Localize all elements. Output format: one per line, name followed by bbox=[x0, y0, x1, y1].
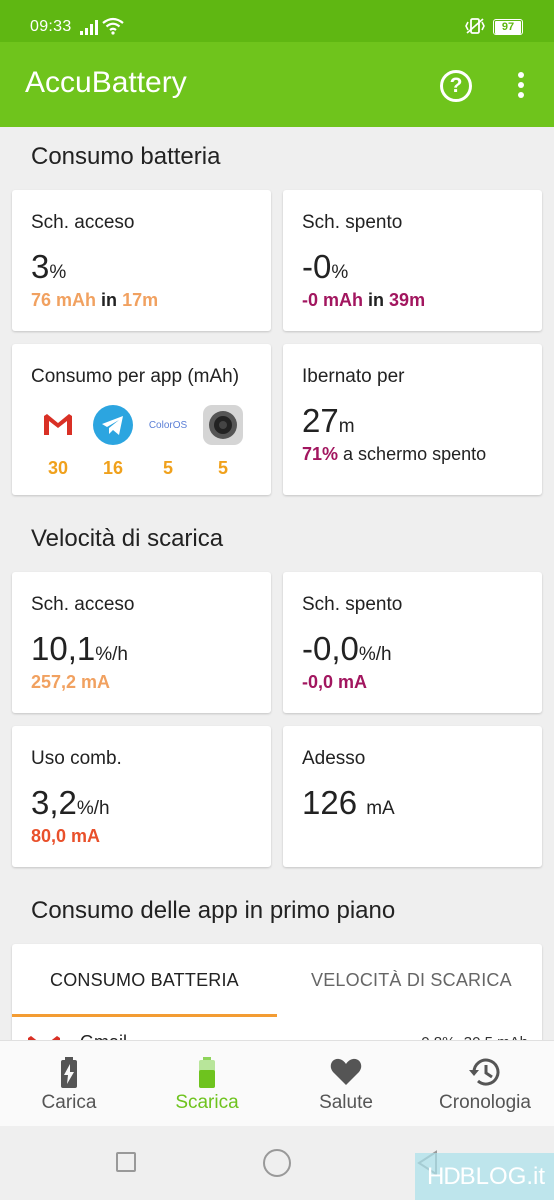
card-screen-on-speed[interactable]: Sch. acceso 10,1%/h 257,2 mA bbox=[12, 572, 271, 713]
tab-discharge-speed[interactable]: VELOCITÀ DI SCARICA bbox=[311, 970, 512, 991]
app-item-camera[interactable]: 5 bbox=[195, 404, 251, 479]
charging-battery-icon bbox=[61, 1057, 77, 1088]
card-value: 10,1%/h bbox=[31, 630, 128, 667]
nav-item-history[interactable]: Cronologia bbox=[416, 1041, 554, 1127]
bottom-navigation: Carica Scarica Salute Cronologia bbox=[0, 1040, 554, 1126]
card-value: 3% bbox=[31, 248, 67, 285]
tab-indicator bbox=[12, 1014, 277, 1017]
app-item-telegram[interactable]: 16 bbox=[85, 404, 141, 479]
card-label: Consumo per app (mAh) bbox=[31, 366, 240, 387]
card-label: Sch. acceso bbox=[31, 594, 135, 615]
watermark-logo: HDBLOG.it bbox=[415, 1153, 554, 1200]
nav-item-charge[interactable]: Carica bbox=[0, 1041, 138, 1127]
card-value: 126 mA bbox=[302, 784, 395, 821]
heart-icon bbox=[330, 1058, 362, 1085]
more-options-icon[interactable] bbox=[511, 72, 531, 102]
card-label: Sch. spento bbox=[302, 212, 403, 233]
card-label: Sch. acceso bbox=[31, 212, 135, 233]
app-value: 5 bbox=[162, 458, 173, 478]
status-bar: 09:33 97 bbox=[0, 0, 554, 42]
tab-battery-consumption[interactable]: CONSUMO BATTERIA bbox=[50, 970, 239, 991]
battery-status-icon: 97 bbox=[493, 19, 523, 35]
card-screen-off-consumption[interactable]: Sch. spento -0% -0 mAh in 39m bbox=[283, 190, 542, 331]
card-detail: 257,2 mA bbox=[31, 672, 111, 692]
card-label: Ibernato per bbox=[302, 366, 405, 387]
coloros-icon: ColorOS bbox=[147, 404, 189, 446]
status-time: 09:33 bbox=[30, 18, 72, 35]
section-title-discharge-speed: Velocità di scarica bbox=[31, 525, 224, 552]
card-detail: 80,0 mA bbox=[31, 826, 101, 846]
card-value: 27m bbox=[302, 402, 355, 439]
telegram-icon bbox=[92, 404, 134, 446]
card-value: -0% bbox=[302, 248, 349, 285]
card-per-app-consumption[interactable]: Consumo per app (mAh) 30 16 ColorOS 5 5 bbox=[12, 344, 271, 495]
card-label: Adesso bbox=[302, 748, 366, 769]
history-icon bbox=[469, 1058, 500, 1086]
card-detail: -0 mAh in 39m bbox=[302, 290, 426, 310]
home-icon[interactable] bbox=[263, 1149, 291, 1177]
signal-icon bbox=[80, 20, 98, 35]
nav-label: Salute bbox=[319, 1092, 373, 1113]
camera-icon bbox=[202, 404, 244, 446]
wifi-icon bbox=[102, 17, 124, 35]
nav-label: Scarica bbox=[175, 1092, 239, 1113]
section-title-battery-consumption: Consumo batteria bbox=[31, 143, 221, 170]
card-detail: 71% a schermo spento bbox=[302, 444, 487, 464]
foreground-apps-card: CONSUMO BATTERIA VELOCITÀ DI SCARICA Gma… bbox=[12, 944, 542, 1054]
svg-text:ColorOS: ColorOS bbox=[149, 420, 188, 431]
app-value: 30 bbox=[47, 458, 69, 478]
card-hibernated[interactable]: Ibernato per 27m 71% a schermo spento bbox=[283, 344, 542, 495]
recent-apps-icon[interactable] bbox=[116, 1152, 136, 1172]
nav-label: Carica bbox=[41, 1092, 97, 1113]
app-bar: AccuBattery ? bbox=[0, 42, 554, 127]
card-screen-on-consumption[interactable]: Sch. acceso 3% 76 mAh in 17m bbox=[12, 190, 271, 331]
nav-label: Cronologia bbox=[439, 1092, 531, 1113]
card-label: Uso comb. bbox=[31, 748, 122, 769]
card-label: Sch. spento bbox=[302, 594, 403, 615]
vibrate-icon bbox=[465, 18, 485, 34]
app-value: 5 bbox=[217, 458, 228, 478]
card-screen-off-speed[interactable]: Sch. spento -0,0%/h -0,0 mA bbox=[283, 572, 542, 713]
help-icon[interactable]: ? bbox=[440, 70, 472, 102]
app-value: 16 bbox=[102, 458, 124, 478]
app-item-gmail[interactable]: 30 bbox=[30, 404, 86, 479]
card-combined-speed[interactable]: Uso comb. 3,2%/h 80,0 mA bbox=[12, 726, 271, 867]
battery-level: 97 bbox=[495, 21, 521, 34]
card-current-now[interactable]: Adesso 126 mA bbox=[283, 726, 542, 867]
card-detail: 76 mAh in 17m bbox=[31, 290, 159, 310]
card-value: 3,2%/h bbox=[31, 784, 110, 821]
nav-item-discharge[interactable]: Scarica bbox=[138, 1041, 276, 1127]
app-title: AccuBattery bbox=[25, 66, 187, 99]
card-detail: -0,0 mA bbox=[302, 672, 368, 692]
card-value: -0,0%/h bbox=[302, 630, 392, 667]
nav-item-health[interactable]: Salute bbox=[277, 1041, 415, 1127]
section-title-foreground-apps: Consumo delle app in primo piano bbox=[31, 897, 396, 924]
gmail-icon bbox=[37, 404, 79, 446]
discharging-battery-icon bbox=[199, 1057, 215, 1088]
app-item-coloros[interactable]: ColorOS 5 bbox=[140, 404, 196, 479]
app-consumption-list: 30 16 ColorOS 5 5 bbox=[30, 404, 250, 486]
